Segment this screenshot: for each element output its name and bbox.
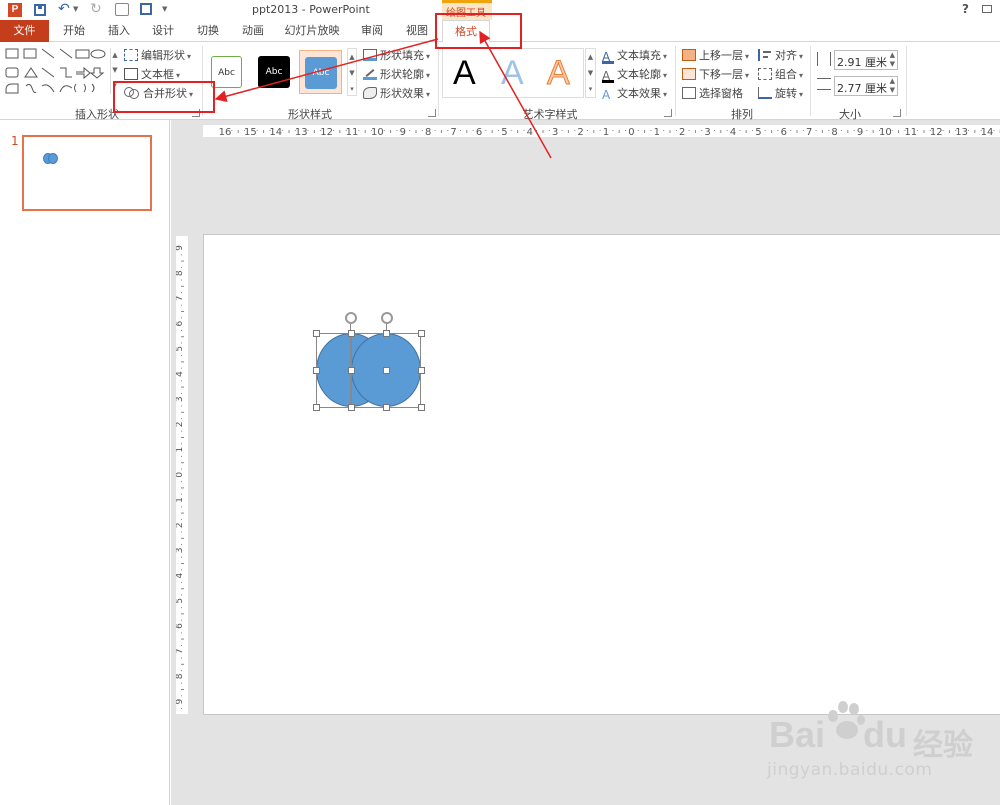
annotation-arrows xyxy=(214,30,552,159)
annotation-arrow-to-format xyxy=(479,30,552,159)
annotation-arrow-to-merge xyxy=(214,38,439,103)
